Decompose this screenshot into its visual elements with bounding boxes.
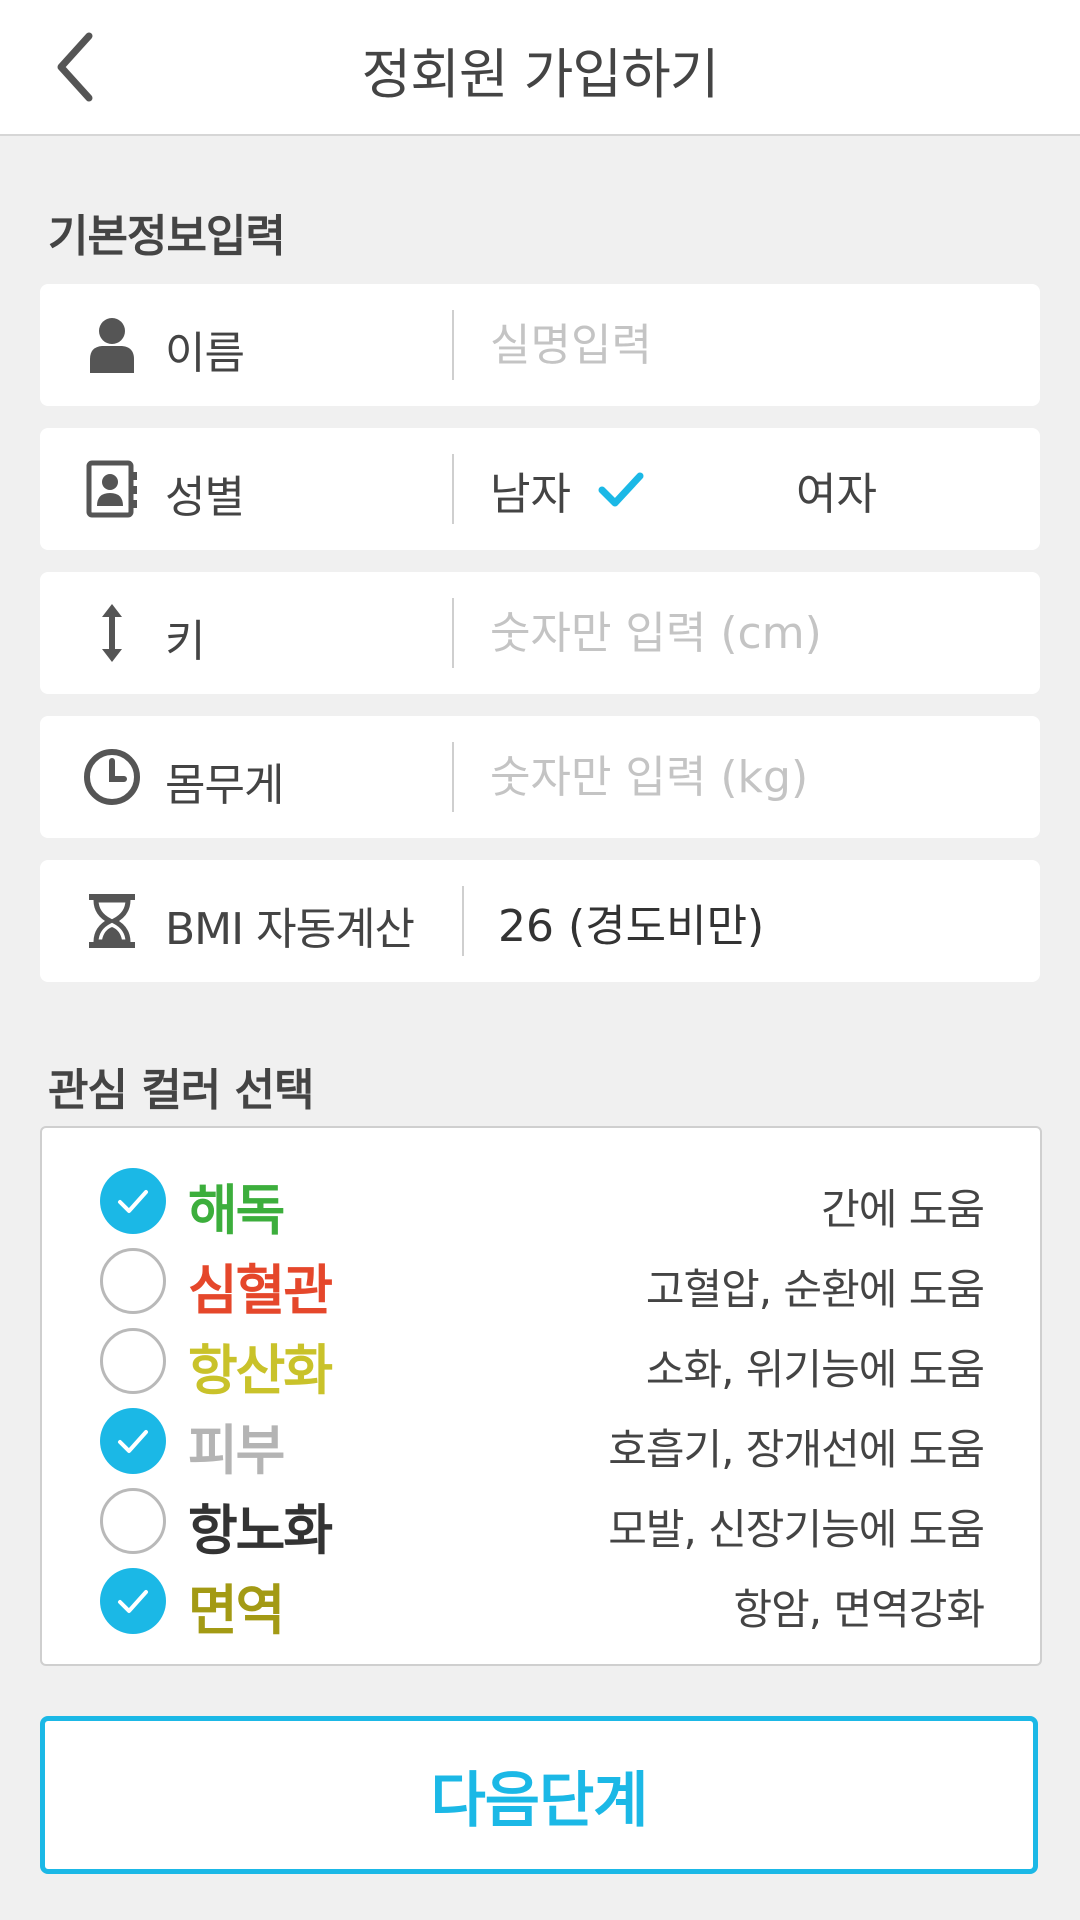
checkbox-circle[interactable]: [100, 1568, 166, 1634]
clock-icon: [82, 747, 142, 807]
color-item-immunity[interactable]: 면역 항암, 면역강화: [42, 1562, 1040, 1642]
color-item-detox[interactable]: 해독 간에 도움: [42, 1162, 1040, 1242]
checkmark-icon: [598, 472, 644, 507]
color-item-antiaging[interactable]: 항노화 모발, 신장기능에 도움: [42, 1482, 1040, 1562]
checkbox-circle[interactable]: [100, 1328, 166, 1394]
height-row: 키: [40, 572, 1040, 694]
color-item-skin[interactable]: 피부 호흡기, 장개선에 도움: [42, 1402, 1040, 1482]
color-item-cardio[interactable]: 심혈관 고혈압, 순환에 도움: [42, 1242, 1040, 1322]
name-input[interactable]: [490, 306, 1010, 384]
check-icon: [118, 1590, 148, 1613]
color-name: 면역: [188, 1579, 285, 1642]
color-name: 항노화: [188, 1499, 333, 1562]
color-name: 항산화: [188, 1339, 333, 1402]
height-input[interactable]: [490, 594, 1010, 672]
top-bar: 정회원 가입하기: [0, 0, 1080, 136]
weight-input[interactable]: [490, 738, 1010, 816]
bmi-label: BMI 자동계산: [165, 904, 415, 955]
color-desc: 호흡기, 장개선에 도움: [608, 1425, 985, 1474]
bmi-row: BMI 자동계산 26 (경도비만): [40, 860, 1040, 982]
weight-label: 몸무게: [165, 760, 284, 811]
name-label: 이름: [165, 328, 245, 379]
check-icon: [118, 1430, 148, 1453]
page-title: 정회원 가입하기: [361, 43, 720, 106]
color-desc: 소화, 위기능에 도움: [645, 1345, 985, 1394]
gender-row: 성별 남자 여자: [40, 428, 1040, 550]
contact-card-icon: [82, 459, 142, 519]
checkbox-circle[interactable]: [100, 1408, 166, 1474]
gender-label: 성별: [165, 472, 245, 523]
color-name: 심혈관: [188, 1259, 333, 1322]
weight-row: 몸무게: [40, 716, 1040, 838]
gender-male-label: 남자: [490, 469, 571, 520]
checkbox-circle[interactable]: [100, 1168, 166, 1234]
user-icon: [82, 315, 142, 375]
color-desc: 고혈압, 순환에 도움: [645, 1265, 985, 1314]
color-name: 해독: [188, 1179, 285, 1242]
color-name: 피부: [188, 1419, 285, 1482]
height-label: 키: [165, 616, 205, 667]
color-desc: 모발, 신장기능에 도움: [608, 1505, 985, 1554]
next-step-button[interactable]: 다음단계: [40, 1716, 1038, 1874]
color-list: 해독 간에 도움 심혈관 고혈압, 순환에 도움 항산화 소화, 위기능에 도움…: [40, 1126, 1042, 1666]
divider: [452, 742, 454, 812]
divider: [452, 310, 454, 380]
color-section-title: 관심 컬러 선택: [48, 1065, 315, 1116]
gender-female-option[interactable]: 여자: [796, 458, 877, 522]
color-desc: 간에 도움: [821, 1185, 985, 1234]
divider: [452, 454, 454, 524]
bmi-value: 26 (경도비만): [498, 901, 765, 952]
color-desc: 항암, 면역강화: [733, 1585, 985, 1634]
gender-male-option[interactable]: 남자: [490, 458, 645, 522]
vertical-arrows-icon: [82, 603, 142, 663]
gender-female-label: 여자: [796, 469, 877, 520]
check-icon: [118, 1190, 148, 1213]
divider: [462, 886, 464, 956]
color-item-antioxidant[interactable]: 항산화 소화, 위기능에 도움: [42, 1322, 1040, 1402]
divider: [452, 598, 454, 668]
checkbox-circle[interactable]: [100, 1248, 166, 1314]
basic-info-title: 기본정보입력: [48, 211, 286, 262]
name-row: 이름: [40, 284, 1040, 406]
checkbox-circle[interactable]: [100, 1488, 166, 1554]
hourglass-icon: [82, 891, 142, 951]
